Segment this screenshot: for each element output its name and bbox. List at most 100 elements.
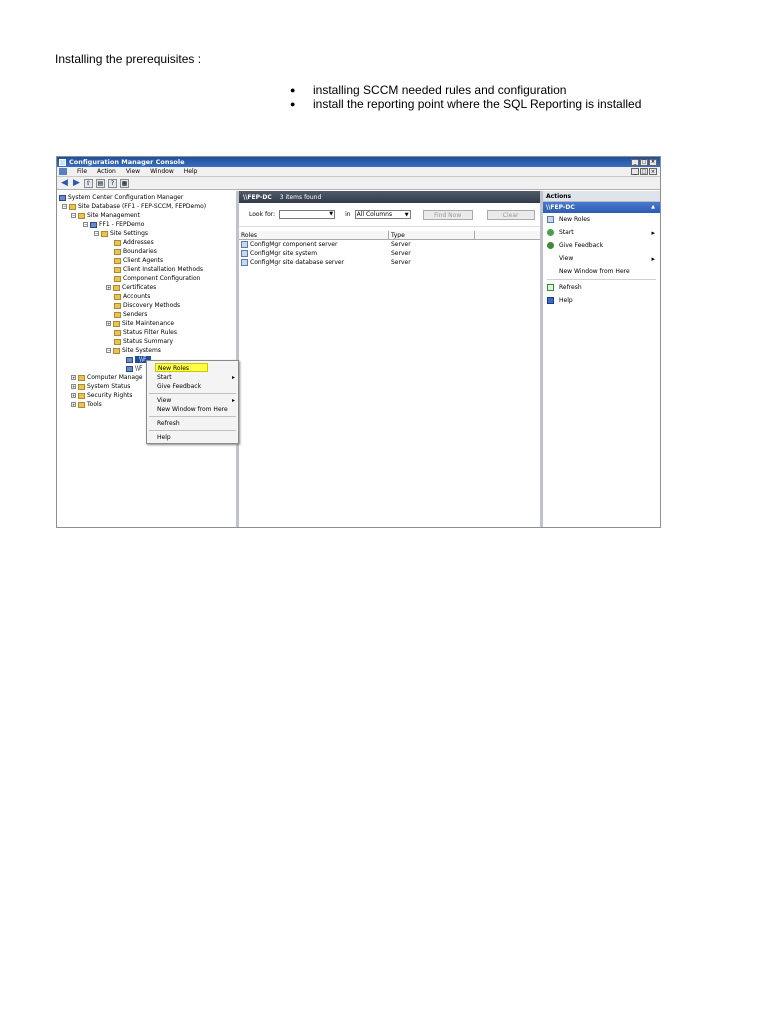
collapse-icon[interactable]: −	[62, 204, 67, 209]
tree-item[interactable]: Component Configuration	[57, 274, 236, 283]
tree-item[interactable]: − Site Management	[57, 211, 236, 220]
column-select[interactable]: All Columns	[354, 210, 411, 219]
expand-icon[interactable]: +	[106, 285, 111, 290]
in-label: in	[345, 211, 351, 218]
forward-arrow-icon[interactable]: ▶	[72, 178, 81, 188]
column-header-roles[interactable]: Roles	[239, 231, 389, 239]
show-hide-tree-icon[interactable]: ▤	[96, 178, 105, 188]
action-start[interactable]: Start	[543, 226, 660, 239]
node-icon	[114, 293, 121, 300]
collapse-icon[interactable]: −	[83, 222, 88, 227]
expand-icon[interactable]: +	[71, 375, 76, 380]
close-button[interactable]: ×	[649, 158, 657, 166]
expand-icon[interactable]: +	[71, 402, 76, 407]
maximize-button[interactable]: □	[640, 158, 648, 166]
tree-item[interactable]: Status Summary	[57, 337, 236, 346]
list-row[interactable]: ConfigMgr component server Server	[239, 240, 540, 249]
actions-subtitle[interactable]: \\FEP-DC	[543, 202, 660, 213]
search-bar: Look for: in All Columns Find Now Clear	[239, 203, 540, 227]
column-header-type[interactable]: Type	[389, 231, 475, 239]
tree-item[interactable]: − Site Systems	[57, 346, 236, 355]
results-pane: \\FEP-DC 3 items found Look for: in All …	[239, 191, 543, 527]
ctx-new-roles[interactable]: New Roles	[155, 363, 208, 372]
expand-icon[interactable]: +	[71, 393, 76, 398]
tree-item[interactable]: − FF1 - FEPDemo	[57, 220, 236, 229]
tree-item[interactable]: System Center Configuration Manager	[57, 193, 236, 202]
new-window-icon	[547, 268, 554, 275]
view-icon	[547, 255, 554, 262]
results-count: 3 items found	[279, 193, 322, 201]
tree-item[interactable]: + Certificates	[57, 283, 236, 292]
ctx-help[interactable]: Help	[147, 433, 238, 442]
feedback-icon	[547, 242, 554, 249]
tree-item[interactable]: Accounts	[57, 292, 236, 301]
minimize-button[interactable]: _	[631, 158, 639, 166]
action-give-feedback[interactable]: Give Feedback	[543, 239, 660, 252]
server-icon	[126, 365, 133, 372]
list-row[interactable]: ConfigMgr site system Server	[239, 249, 540, 258]
find-now-button[interactable]: Find Now	[422, 209, 473, 220]
tree-item[interactable]: − Site Database (FF1 - FEP-SCCM, FEPDemo)	[57, 202, 236, 211]
expand-icon[interactable]: +	[71, 384, 76, 389]
folder-icon	[78, 383, 85, 390]
folder-icon	[78, 392, 85, 399]
node-icon	[114, 338, 121, 345]
actions-separator	[547, 279, 656, 280]
tree-item[interactable]: Addresses	[57, 238, 236, 247]
menu-window[interactable]: Window	[150, 168, 174, 175]
menu-file[interactable]: File	[77, 168, 87, 175]
ctx-view[interactable]: View	[147, 396, 238, 405]
node-icon	[114, 275, 121, 282]
look-for-input[interactable]	[279, 210, 336, 219]
ctx-new-window[interactable]: New Window from Here	[147, 405, 238, 414]
action-new-roles[interactable]: New Roles	[543, 213, 660, 226]
action-view[interactable]: View	[543, 252, 660, 265]
collapse-icon[interactable]: −	[106, 348, 111, 353]
console-root-icon	[59, 194, 66, 201]
action-help[interactable]: Help	[543, 294, 660, 307]
help-icon[interactable]: ?	[108, 178, 117, 188]
help-icon	[547, 297, 554, 304]
menu-view[interactable]: View	[126, 168, 140, 175]
action-refresh[interactable]: Refresh	[543, 281, 660, 294]
menu-help[interactable]: Help	[184, 168, 198, 175]
database-icon	[69, 203, 76, 210]
node-icon	[114, 248, 121, 255]
node-icon	[114, 311, 121, 318]
prerequisite-list: installing SCCM needed rules and configu…	[290, 83, 641, 111]
site-icon	[90, 221, 97, 228]
list-row[interactable]: ConfigMgr site database server Server	[239, 258, 540, 267]
ctx-separator	[149, 430, 236, 431]
collapse-icon[interactable]: −	[94, 231, 99, 236]
child-close-button[interactable]: ×	[649, 168, 657, 175]
clear-button[interactable]: Clear	[486, 209, 535, 220]
menu-action[interactable]: Action	[97, 168, 116, 175]
action-new-window[interactable]: New Window from Here	[543, 265, 660, 278]
node-icon	[114, 257, 121, 264]
tree-item[interactable]: Boundaries	[57, 247, 236, 256]
ctx-start[interactable]: Start	[147, 373, 238, 382]
start-icon	[547, 229, 554, 236]
tree-item[interactable]: Client Installation Methods	[57, 265, 236, 274]
ctx-give-feedback[interactable]: Give Feedback	[147, 382, 238, 391]
child-minimize-button[interactable]: _	[631, 168, 639, 175]
expand-icon[interactable]: +	[106, 321, 111, 326]
tree-item[interactable]: Client Agents	[57, 256, 236, 265]
document-heading: Installing the prerequisites :	[55, 52, 202, 66]
role-icon	[241, 259, 248, 266]
child-restore-button[interactable]: □	[640, 168, 648, 175]
results-header: \\FEP-DC 3 items found	[239, 191, 540, 203]
back-arrow-icon[interactable]: ◀	[60, 178, 69, 188]
tree-item[interactable]: Senders	[57, 310, 236, 319]
collapse-icon[interactable]: −	[71, 213, 76, 218]
ctx-refresh[interactable]: Refresh	[147, 419, 238, 428]
tree-item[interactable]: + Site Maintenance	[57, 319, 236, 328]
up-folder-icon[interactable]: ⇧	[84, 178, 93, 188]
action-pane-icon[interactable]: ▦	[120, 178, 129, 188]
tree-item[interactable]: Status Filter Rules	[57, 328, 236, 337]
bullet-item: installing SCCM needed rules and configu…	[290, 83, 641, 97]
window-title: Configuration Manager Console	[69, 158, 185, 166]
tree-item[interactable]: − Site Settings	[57, 229, 236, 238]
title-bar: Configuration Manager Console _ □ ×	[57, 157, 660, 167]
tree-item[interactable]: Discovery Methods	[57, 301, 236, 310]
